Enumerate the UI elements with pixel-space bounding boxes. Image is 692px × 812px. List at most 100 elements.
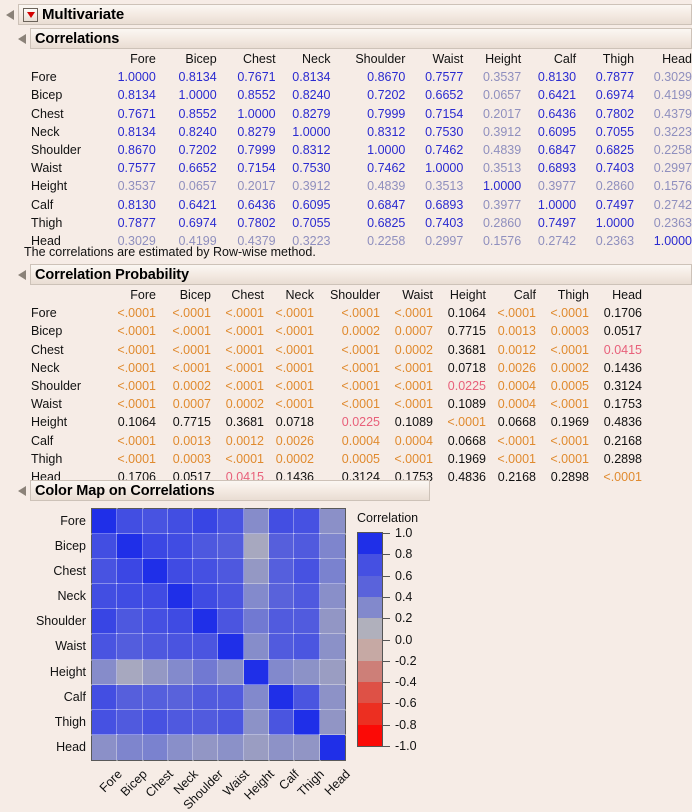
heatmap-cell[interactable] (116, 583, 144, 610)
disclosure-triangle-correlations[interactable] (18, 33, 26, 44)
heatmap-cell[interactable] (192, 684, 219, 711)
heatmap-cell[interactable] (319, 608, 346, 635)
heatmap-cell[interactable] (243, 508, 270, 535)
heatmap-cell[interactable] (142, 709, 169, 736)
heatmap-cell[interactable] (319, 659, 346, 686)
heatmap-cell[interactable] (243, 583, 270, 610)
heatmap-cell[interactable] (192, 734, 219, 761)
heatmap-cell[interactable] (268, 583, 295, 610)
heatmap-cell[interactable] (142, 558, 169, 585)
heatmap-cell[interactable] (167, 508, 194, 535)
heatmap-cell[interactable] (268, 633, 295, 661)
heatmap-cell[interactable] (116, 608, 144, 635)
heatmap-cell[interactable] (116, 684, 144, 711)
heatmap-cell[interactable] (91, 558, 118, 585)
heatmap-cell[interactable] (319, 508, 346, 535)
heatmap-cell[interactable] (268, 558, 295, 585)
heatmap-cell[interactable] (167, 558, 194, 585)
heatmap-cell[interactable] (268, 659, 295, 686)
heatmap-cell[interactable] (91, 608, 118, 635)
heatmap-cell[interactable] (217, 608, 245, 635)
heatmap-cell[interactable] (116, 558, 144, 585)
heatmap-cell[interactable] (217, 633, 245, 661)
heatmap-cell[interactable] (319, 533, 346, 560)
heatmap-cell[interactable] (167, 633, 194, 661)
heatmap-cell[interactable] (319, 633, 346, 661)
heatmap-cell[interactable] (293, 709, 321, 736)
heatmap-cell[interactable] (91, 633, 118, 661)
heatmap-cell[interactable] (167, 608, 194, 635)
heatmap-cell[interactable] (116, 734, 144, 761)
heatmap-cell[interactable] (91, 533, 118, 560)
heatmap-cell[interactable] (217, 508, 245, 535)
heatmap-cell[interactable] (268, 608, 295, 635)
heatmap-cell[interactable] (91, 709, 118, 736)
red-triangle-menu-icon[interactable] (23, 7, 38, 22)
heatmap-cell[interactable] (293, 633, 321, 661)
heatmap-cell[interactable] (167, 583, 194, 610)
heatmap-cell[interactable] (217, 558, 245, 585)
heatmap-cell[interactable] (192, 659, 219, 686)
heatmap-cell[interactable] (217, 709, 245, 736)
heatmap-cell[interactable] (293, 583, 321, 610)
heatmap-cell[interactable] (293, 684, 321, 711)
heatmap-cell[interactable] (142, 608, 169, 635)
heatmap-cell[interactable] (243, 633, 270, 661)
heatmap-cell[interactable] (293, 734, 321, 761)
heatmap-cell[interactable] (116, 508, 144, 535)
heatmap-cell[interactable] (243, 533, 270, 560)
heatmap-cell[interactable] (243, 659, 270, 686)
heatmap-cell[interactable] (217, 734, 245, 761)
heatmap-cell[interactable] (268, 734, 295, 761)
heatmap-cell[interactable] (243, 734, 270, 761)
heatmap-cell[interactable] (243, 608, 270, 635)
heatmap-cell[interactable] (192, 583, 219, 610)
heatmap-cell[interactable] (293, 533, 321, 560)
heatmap-cell[interactable] (91, 734, 118, 761)
heatmap-cell[interactable] (268, 709, 295, 736)
heatmap-cell[interactable] (142, 533, 169, 560)
disclosure-triangle-multivariate[interactable] (6, 9, 14, 20)
heatmap-cell[interactable] (167, 734, 194, 761)
heatmap-cell[interactable] (91, 659, 118, 686)
heatmap-cell[interactable] (91, 583, 118, 610)
heatmap-cell[interactable] (293, 608, 321, 635)
heatmap-cell[interactable] (217, 659, 245, 686)
heatmap-cell[interactable] (116, 709, 144, 736)
heatmap-cell[interactable] (192, 533, 219, 560)
heatmap-cell[interactable] (217, 583, 245, 610)
heatmap-cell[interactable] (142, 583, 169, 610)
heatmap-cell[interactable] (142, 633, 169, 661)
heatmap-cell[interactable] (243, 709, 270, 736)
heatmap-cell[interactable] (293, 508, 321, 535)
heatmap-cell[interactable] (142, 508, 169, 535)
heatmap-cell[interactable] (116, 533, 144, 560)
heatmap-cell[interactable] (268, 684, 295, 711)
heatmap-cell[interactable] (293, 659, 321, 686)
heatmap-cell[interactable] (192, 558, 219, 585)
heatmap-cell[interactable] (243, 684, 270, 711)
heatmap-cell[interactable] (142, 659, 169, 686)
heatmap-cell[interactable] (319, 709, 346, 736)
disclosure-triangle-color-map[interactable] (18, 485, 26, 496)
heatmap-cell[interactable] (167, 709, 194, 736)
correlation-heatmap[interactable] (91, 508, 346, 761)
heatmap-cell[interactable] (293, 558, 321, 585)
heatmap-cell[interactable] (319, 684, 346, 711)
heatmap-cell[interactable] (116, 659, 144, 686)
heatmap-cell[interactable] (217, 533, 245, 560)
disclosure-triangle-correlation-probability[interactable] (18, 269, 26, 280)
heatmap-cell[interactable] (167, 533, 194, 560)
heatmap-cell[interactable] (319, 583, 346, 610)
heatmap-cell[interactable] (192, 633, 219, 661)
heatmap-cell[interactable] (142, 684, 169, 711)
heatmap-cell[interactable] (91, 684, 118, 711)
heatmap-cell[interactable] (142, 734, 169, 761)
heatmap-cell[interactable] (243, 558, 270, 585)
heatmap-cell[interactable] (217, 684, 245, 711)
heatmap-cell[interactable] (192, 508, 219, 535)
heatmap-cell[interactable] (192, 709, 219, 736)
heatmap-cell[interactable] (116, 633, 144, 661)
heatmap-cell[interactable] (268, 533, 295, 560)
heatmap-cell[interactable] (167, 684, 194, 711)
